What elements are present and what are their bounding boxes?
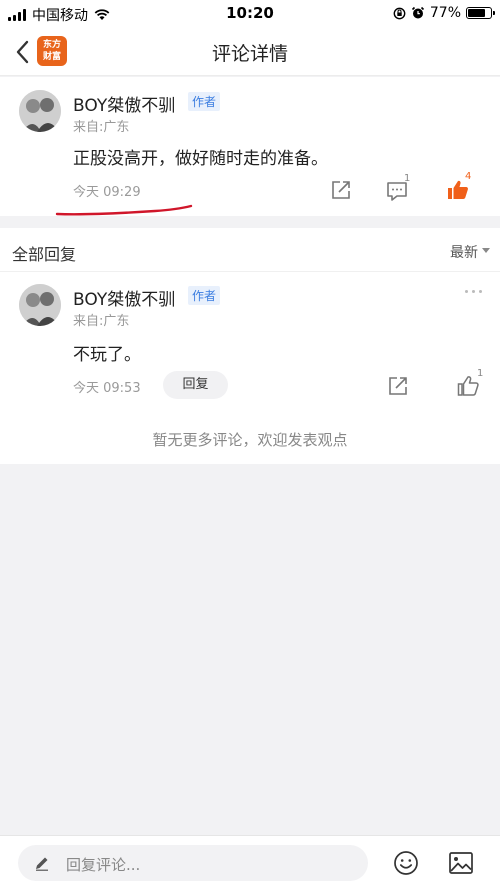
battery-percent: 77%	[429, 5, 461, 21]
author-badge: 作者	[188, 286, 221, 305]
battery-icon	[466, 7, 495, 19]
lock-rotation-icon	[393, 7, 406, 19]
more-options-icon[interactable]	[465, 290, 482, 293]
share-icon[interactable]	[386, 374, 410, 398]
like-count: 1	[477, 368, 484, 379]
page-title: 评论详情	[211, 43, 288, 65]
reply-button[interactable]: 回复	[163, 371, 228, 399]
avatar[interactable]	[19, 284, 61, 326]
reply-content: 不玩了。	[73, 345, 141, 365]
alarm-icon	[411, 6, 424, 19]
reply-count: 1	[404, 173, 411, 184]
chevron-down-icon[interactable]	[482, 248, 490, 253]
location-label: 来自:广东	[73, 120, 130, 135]
nav-bar: 东方 财富 评论详情	[0, 28, 500, 76]
image-icon[interactable]	[448, 851, 474, 875]
emoji-icon[interactable]	[393, 850, 419, 876]
replies-section-title: 全部回复	[12, 245, 77, 264]
avatar[interactable]	[19, 90, 61, 132]
username[interactable]: BOY桀傲不驯	[73, 285, 175, 310]
red-annotation-stroke	[55, 204, 193, 216]
reply-input[interactable]: 回复评论...	[18, 845, 368, 881]
author-badge: 作者	[188, 92, 221, 111]
pencil-icon	[36, 857, 48, 871]
like-count: 4	[465, 171, 472, 182]
sort-dropdown[interactable]: 最新	[450, 242, 478, 262]
main-comment: BOY桀傲不驯 作者 来自:广东 正股没高开，做好随时走的准备。 今天 09:2…	[0, 77, 500, 216]
reply-item: BOY桀傲不驯 作者 来自:广东 不玩了。 今天 09:53 回复 1 暂无更多…	[0, 272, 500, 464]
replies-header: 全部回复 最新	[0, 228, 500, 272]
reply-input-placeholder: 回复评论...	[66, 856, 141, 874]
bottom-bar: 回复评论...	[0, 835, 500, 890]
comment-content: 正股没高开，做好随时走的准备。	[73, 149, 328, 169]
share-icon[interactable]	[329, 178, 353, 202]
location-label: 来自:广东	[73, 314, 130, 329]
status-bar: 中国移动 10:20 77%	[0, 0, 500, 28]
username[interactable]: BOY桀傲不驯	[73, 91, 175, 116]
reply-time: 今天 09:53	[73, 381, 141, 396]
comment-time: 今天 09:29	[73, 185, 141, 200]
no-more-comments-hint: 暂无更多评论，欢迎发表观点	[152, 431, 348, 449]
